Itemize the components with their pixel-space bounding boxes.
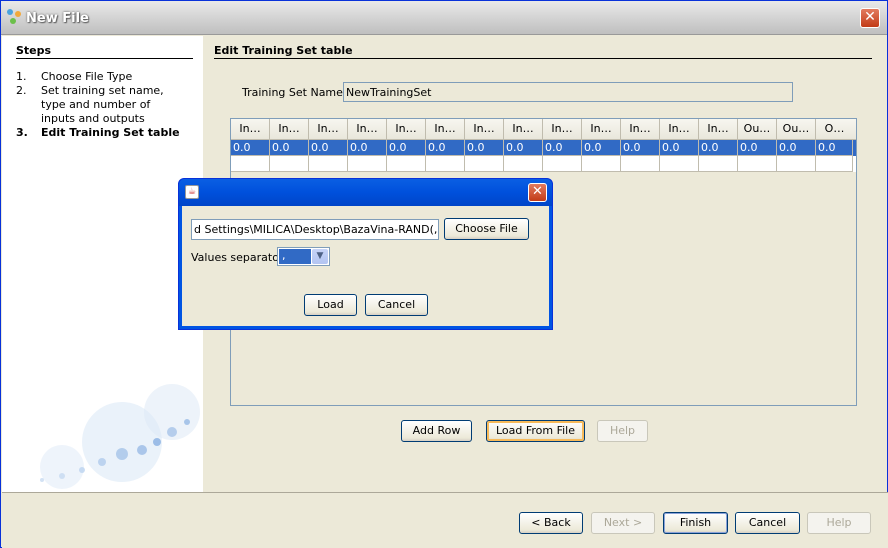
table-cell[interactable]: [270, 156, 309, 172]
step-label: Choose File Type: [41, 70, 133, 83]
table-cell[interactable]: [348, 156, 387, 172]
steps-divider: [16, 58, 193, 59]
table-cell[interactable]: 0.0: [270, 140, 309, 156]
column-header[interactable]: In…: [660, 119, 699, 140]
help-button-main[interactable]: Help: [597, 420, 648, 442]
step-number: 1.: [16, 70, 27, 83]
column-header[interactable]: Ou…: [738, 119, 777, 140]
window-title: New File: [26, 11, 89, 26]
table-cell[interactable]: [504, 156, 543, 172]
table-cell[interactable]: 0.0: [777, 140, 816, 156]
column-header[interactable]: O…: [816, 119, 853, 140]
add-row-button[interactable]: Add Row: [401, 420, 472, 442]
column-header[interactable]: Ou…: [777, 119, 816, 140]
section-divider: [214, 58, 872, 59]
table-cell[interactable]: 0.0: [426, 140, 465, 156]
training-set-name-field[interactable]: NewTrainingSet: [343, 82, 793, 102]
back-button[interactable]: < Back: [519, 512, 583, 534]
steps-title: Steps: [16, 44, 52, 57]
table-cell[interactable]: 0.0: [465, 140, 504, 156]
table-cell[interactable]: 0.0: [621, 140, 660, 156]
column-header[interactable]: In…: [582, 119, 621, 140]
training-set-name-label: Training Set Name:: [242, 86, 347, 99]
table-cell[interactable]: 0.0: [309, 140, 348, 156]
close-icon[interactable]: ✕: [860, 8, 880, 28]
step-label: Set training set name, type and number o…: [41, 84, 164, 125]
table-cell[interactable]: [465, 156, 504, 172]
table-cell[interactable]: 0.0: [738, 140, 777, 156]
table-cell[interactable]: [699, 156, 738, 172]
cancel-button[interactable]: Cancel: [735, 512, 800, 534]
table-cell[interactable]: 0.0: [543, 140, 582, 156]
table-cell[interactable]: 0.0: [231, 140, 270, 156]
table-cell[interactable]: 0.0: [582, 140, 621, 156]
table-cell[interactable]: [231, 156, 270, 172]
column-header[interactable]: In…: [231, 119, 270, 140]
choose-file-button[interactable]: Choose File: [444, 218, 529, 240]
table-cell[interactable]: [777, 156, 816, 172]
step-label: Edit Training Set table: [41, 126, 180, 139]
column-header[interactable]: In…: [309, 119, 348, 140]
table-cell[interactable]: 0.0: [504, 140, 543, 156]
column-header[interactable]: In…: [543, 119, 582, 140]
table-header: In… In… In… In… In… In… In… In… In… In… …: [231, 119, 856, 140]
title-bar[interactable]: New File ✕: [1, 1, 887, 35]
steps-panel: Steps 1. Choose File Type 2. Set trainin…: [2, 36, 203, 492]
table-cell[interactable]: [387, 156, 426, 172]
table-cell[interactable]: [621, 156, 660, 172]
step-number: 2.: [16, 84, 27, 97]
table-cell[interactable]: [582, 156, 621, 172]
table-cell[interactable]: 0.0: [660, 140, 699, 156]
column-header[interactable]: In…: [387, 119, 426, 140]
table-cell[interactable]: 0.0: [699, 140, 738, 156]
separator-selected-value: ,: [279, 249, 311, 264]
load-button[interactable]: Load: [304, 294, 357, 316]
footer-bar: < Back Next > Finish Cancel Help: [2, 493, 888, 548]
table-cell[interactable]: [426, 156, 465, 172]
table-cell[interactable]: [738, 156, 777, 172]
column-header[interactable]: In…: [426, 119, 465, 140]
values-separator-select[interactable]: , ▼: [277, 247, 330, 266]
load-from-file-button[interactable]: Load From File: [486, 420, 585, 442]
table-row[interactable]: [231, 156, 856, 172]
table-cell[interactable]: [309, 156, 348, 172]
table-cell[interactable]: [660, 156, 699, 172]
column-header[interactable]: In…: [465, 119, 504, 140]
table-cell[interactable]: 0.0: [816, 140, 853, 156]
table-row-selected[interactable]: 0.0 0.0 0.0 0.0 0.0 0.0 0.0 0.0 0.0 0.0 …: [231, 140, 856, 156]
new-file-window: New File ✕ Steps 1. Choose File Type 2. …: [0, 0, 888, 548]
load-file-dialog: ☕ ✕ d Settings\MILICA\Desktop\BazaVina-R…: [178, 178, 553, 330]
dialog-title-bar[interactable]: ☕ ✕: [179, 179, 552, 206]
column-header[interactable]: In…: [270, 119, 309, 140]
dialog-body: d Settings\MILICA\Desktop\BazaVina-RAND(…: [182, 206, 549, 326]
java-icon: ☕: [185, 185, 199, 199]
next-button[interactable]: Next >: [591, 512, 655, 534]
column-header[interactable]: In…: [348, 119, 387, 140]
dialog-cancel-button[interactable]: Cancel: [365, 294, 428, 316]
table-cell[interactable]: 0.0: [348, 140, 387, 156]
column-header[interactable]: In…: [621, 119, 660, 140]
finish-button[interactable]: Finish: [663, 512, 728, 534]
help-button[interactable]: Help: [807, 512, 871, 534]
dialog-close-icon[interactable]: ✕: [528, 183, 547, 202]
decorative-bubbles: [40, 384, 200, 489]
table-cell[interactable]: [816, 156, 853, 172]
file-path-field[interactable]: d Settings\MILICA\Desktop\BazaVina-RAND(…: [191, 219, 439, 240]
app-icon: [7, 9, 23, 25]
column-header[interactable]: In…: [699, 119, 738, 140]
section-title: Edit Training Set table: [214, 44, 353, 57]
values-separator-label: Values separator: [191, 251, 284, 264]
table-cell[interactable]: [543, 156, 582, 172]
step-number: 3.: [16, 126, 28, 139]
chevron-down-icon[interactable]: ▼: [312, 249, 328, 264]
table-cell[interactable]: 0.0: [387, 140, 426, 156]
column-header[interactable]: In…: [504, 119, 543, 140]
